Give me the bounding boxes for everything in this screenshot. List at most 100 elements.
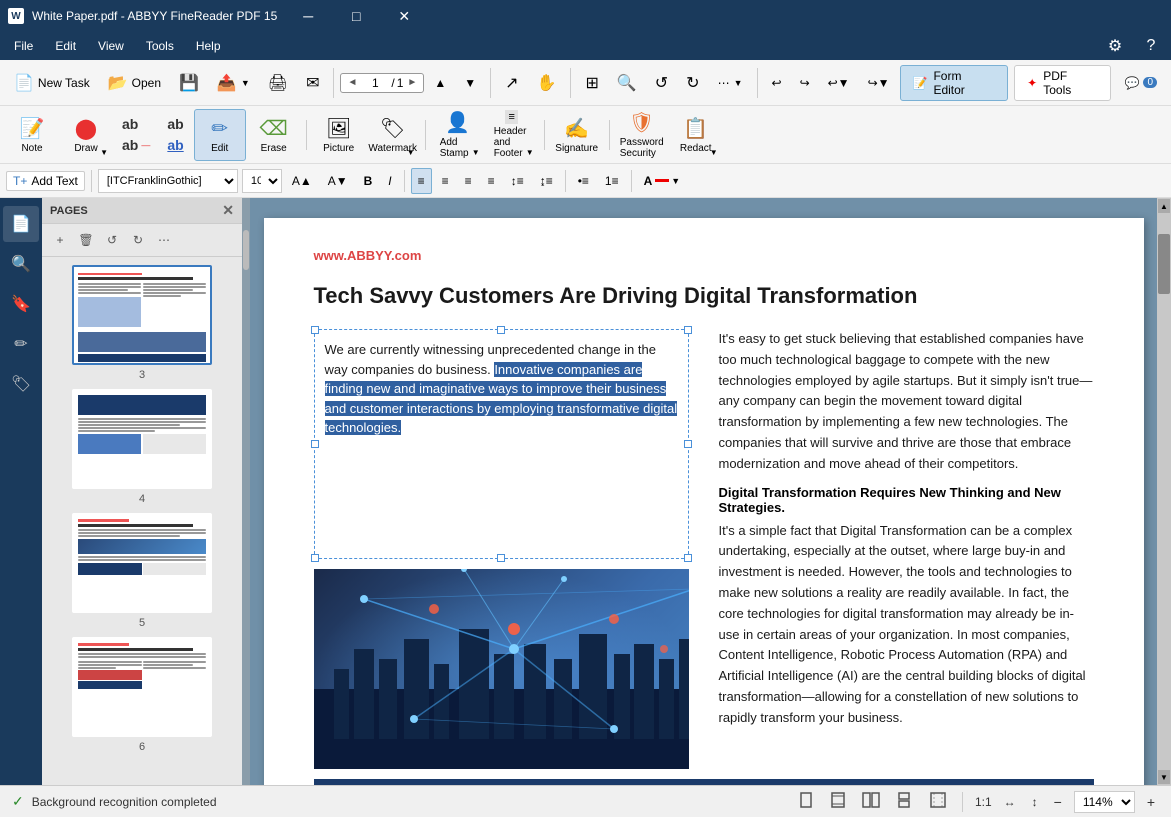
page-tool-rotate-right[interactable]: ↻: [126, 228, 150, 252]
form-editor-button[interactable]: 📝 Form Editor: [900, 65, 1009, 101]
handle-bl[interactable]: [311, 554, 319, 562]
zoom-fit-button[interactable]: ⊞: [577, 65, 606, 101]
single-page-button[interactable]: [794, 790, 818, 813]
export-button[interactable]: 📤 ▼: [209, 65, 258, 101]
text-selection-box[interactable]: We are currently witnessing unprecedente…: [314, 329, 689, 559]
bookmarks-panel-button[interactable]: 🔖: [3, 286, 39, 322]
align-center-button[interactable]: ≡: [436, 168, 455, 194]
handle-tl[interactable]: [311, 326, 319, 334]
save-button[interactable]: 💾: [171, 65, 207, 101]
signature-button[interactable]: ✍ Signature: [551, 109, 603, 161]
page-thumbnail-6[interactable]: 6: [50, 637, 234, 753]
scroll-up-button[interactable]: ▲: [1158, 199, 1170, 213]
annotations-panel-button[interactable]: ✏: [3, 326, 39, 362]
handle-ml[interactable]: [311, 440, 319, 448]
align-left-button[interactable]: ≡: [411, 168, 432, 194]
page-tool-add[interactable]: +: [48, 228, 72, 252]
handle-bm[interactable]: [497, 554, 505, 562]
menu-help[interactable]: Help: [186, 35, 231, 57]
rotate-left-button[interactable]: ↺: [647, 65, 676, 101]
zoom-out-button[interactable]: −: [1050, 794, 1066, 810]
hand-tool-button[interactable]: ✋: [529, 65, 565, 101]
page-down-button[interactable]: ▼: [456, 65, 484, 101]
draw-tool-button[interactable]: ⬤ Draw ▼: [60, 109, 112, 161]
redo-more-button[interactable]: ↪▼: [860, 65, 898, 101]
erase-tool-button[interactable]: ⌫ Erase: [248, 109, 300, 161]
minimize-button[interactable]: ─: [285, 0, 331, 32]
page-number-input[interactable]: [361, 76, 389, 90]
watermark-tool-button[interactable]: 🏷 Watermark ▼: [367, 109, 419, 161]
menu-edit[interactable]: Edit: [45, 35, 86, 57]
note-tool-button[interactable]: 📝 Note: [6, 109, 58, 161]
open-button[interactable]: 📂 Open: [100, 65, 169, 101]
next-page-button[interactable]: ►: [405, 76, 419, 89]
text-format-btn2[interactable]: ab: [159, 135, 191, 155]
help-icon[interactable]: ?: [1135, 34, 1167, 58]
document-scrollbar[interactable]: ▲ ▼: [1157, 198, 1171, 785]
fullscreen-button[interactable]: [926, 790, 950, 813]
password-security-button[interactable]: 🛡 Password Security: [616, 109, 668, 161]
page-tool-more[interactable]: ⋯: [152, 228, 176, 252]
page-up-button[interactable]: ▲: [426, 65, 454, 101]
edit-tool-button[interactable]: ✏ Edit: [194, 109, 246, 161]
undo-more-button[interactable]: ↩▼: [820, 65, 858, 101]
text-type-ab-btn[interactable]: ab: [114, 114, 158, 134]
bold-button[interactable]: B: [358, 168, 379, 194]
bullet-list-button[interactable]: •≡: [572, 168, 595, 194]
picture-tool-button[interactable]: 🖼 Picture: [313, 109, 365, 161]
notifications-button[interactable]: 💬 0: [1117, 65, 1166, 101]
add-text-button[interactable]: T+ Add Text: [6, 171, 85, 191]
handle-tr[interactable]: [684, 326, 692, 334]
text-type-ab2-btn[interactable]: ab —: [114, 135, 158, 155]
redact-button[interactable]: 📋 Redact ▼: [670, 109, 722, 161]
paragraph-spacing-button[interactable]: ↨≡: [534, 168, 559, 194]
zoom-select-button[interactable]: 🔍: [609, 65, 645, 101]
zoom-in-button[interactable]: +: [1143, 794, 1159, 810]
numbered-list-button[interactable]: 1≡: [599, 168, 625, 194]
italic-button[interactable]: I: [382, 168, 397, 194]
menu-file[interactable]: File: [4, 35, 43, 57]
page-tool-rotate-left[interactable]: ↺: [100, 228, 124, 252]
menu-tools[interactable]: Tools: [136, 35, 184, 57]
page-thumbnail-3[interactable]: 3: [50, 265, 234, 381]
increase-font-button[interactable]: A▲: [286, 168, 318, 194]
fit-width-button[interactable]: ↔: [1000, 793, 1020, 811]
two-page-button[interactable]: [858, 790, 884, 813]
menu-view[interactable]: View: [88, 35, 134, 57]
text-format-btn1[interactable]: ab: [159, 114, 191, 134]
pages-panel-button[interactable]: 📄: [3, 206, 39, 242]
fit-page-button[interactable]: [826, 790, 850, 813]
print-button[interactable]: 🖨: [260, 65, 296, 101]
scroll-page-button[interactable]: [892, 790, 918, 813]
line-spacing-button[interactable]: ↕≡: [505, 168, 530, 194]
page-tool-delete[interactable]: 🗑: [74, 228, 98, 252]
close-button[interactable]: ✕: [381, 0, 427, 32]
maximize-button[interactable]: □: [333, 0, 379, 32]
fit-height-button[interactable]: ↕: [1028, 793, 1042, 811]
scroll-thumb[interactable]: [1158, 234, 1170, 294]
font-selector[interactable]: [ITCFranklinGothic]: [98, 169, 238, 193]
page-thumbnail-4[interactable]: 4: [50, 389, 234, 505]
decrease-font-button[interactable]: A▼: [322, 168, 354, 194]
add-stamp-button[interactable]: 👤 Add Stamp ▼: [432, 109, 484, 161]
pages-panel-close[interactable]: ✕: [222, 202, 234, 219]
rotate-right-button[interactable]: ↻: [678, 65, 707, 101]
align-right-button[interactable]: ≡: [459, 168, 478, 194]
zoom-selector[interactable]: 114% 50% 75% 100% 125% 150% 200%: [1074, 791, 1135, 813]
page-thumbnail-5[interactable]: 5: [50, 513, 234, 629]
font-size-selector[interactable]: 10 8 9 11 12 14 16: [242, 169, 282, 193]
scroll-down-button[interactable]: ▼: [1158, 770, 1170, 784]
text-color-button[interactable]: A ▼: [638, 168, 687, 194]
search-panel-button[interactable]: 🔍: [3, 246, 39, 282]
align-justify-button[interactable]: ≡: [482, 168, 501, 194]
header-footer-button[interactable]: ≡ Header and Footer ▼: [486, 109, 538, 161]
select-tool-button[interactable]: ↗: [497, 65, 526, 101]
pdf-tools-button[interactable]: ✦ PDF Tools: [1014, 65, 1110, 101]
document-area[interactable]: www.ABBYY.com Tech Savvy Customers Are D…: [242, 198, 1171, 785]
handle-mr[interactable]: [684, 440, 692, 448]
settings-icon[interactable]: ⚙: [1099, 34, 1131, 58]
email-button[interactable]: ✉: [298, 65, 327, 101]
tags-panel-button[interactable]: 🏷: [3, 366, 39, 402]
redo-button[interactable]: ↪: [792, 65, 818, 101]
handle-br[interactable]: [684, 554, 692, 562]
